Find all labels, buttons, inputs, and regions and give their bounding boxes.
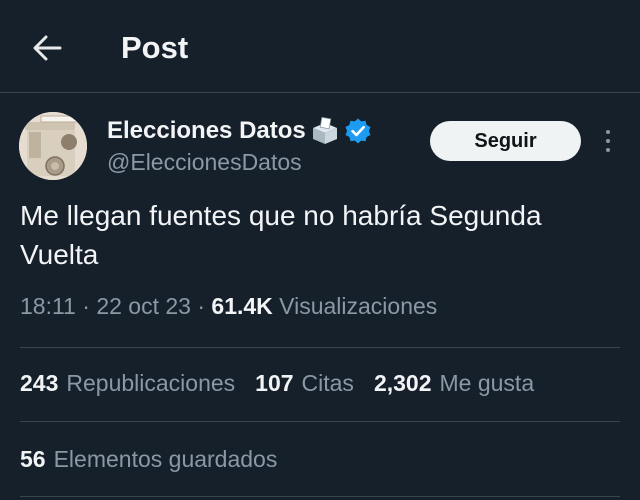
arrow-left-icon	[33, 35, 62, 61]
reposts-label: Republicaciones	[66, 370, 236, 396]
divider	[20, 421, 620, 422]
likes-count: 2,302	[373, 370, 432, 396]
engagement-stats: 243 Republicaciones 107 Citas 2,302 Me g…	[20, 370, 534, 397]
quotes-stat[interactable]: 107 Citas	[255, 370, 354, 397]
back-button[interactable]	[22, 26, 72, 70]
post-date[interactable]: 22 oct 23	[96, 293, 191, 319]
more-vertical-icon[interactable]	[596, 124, 620, 158]
divider	[20, 496, 620, 497]
avatar[interactable]	[19, 112, 87, 180]
quotes-label: Citas	[301, 370, 354, 396]
likes-label: Me gusta	[439, 370, 535, 396]
post-detail-screen: Post Elecciones Datos @EleccionesDatos S…	[0, 0, 640, 500]
meta-separator: ·	[197, 293, 206, 319]
post-time[interactable]: 18:11	[20, 293, 76, 319]
more-dot	[606, 139, 610, 143]
more-dot	[606, 130, 610, 134]
ballot-avatar-image	[19, 112, 87, 180]
ballot-box-icon	[312, 117, 337, 144]
user-handle[interactable]: @EleccionesDatos	[107, 149, 302, 176]
divider	[20, 347, 620, 348]
page-title: Post	[121, 30, 189, 65]
post-meta: 18:11 · 22 oct 23 · 61.4K Visualizacione…	[20, 293, 437, 320]
reposts-stat[interactable]: 243 Republicaciones	[20, 370, 235, 397]
views-label[interactable]: Visualizaciones	[279, 293, 437, 319]
top-bar: Post	[0, 0, 640, 93]
bookmarks-label: Elementos guardados	[53, 446, 278, 472]
likes-stat[interactable]: 2,302 Me gusta	[374, 370, 534, 397]
display-name-row: Elecciones Datos	[107, 117, 372, 145]
bookmarks-stat[interactable]: 56 Elementos guardados	[20, 446, 277, 473]
post-text: Me llegan fuentes que no habría Segunda …	[20, 196, 620, 274]
follow-button[interactable]: Seguir	[430, 121, 581, 161]
header-divider	[0, 92, 640, 93]
display-name[interactable]: Elecciones Datos	[107, 117, 306, 145]
meta-separator: ·	[82, 293, 90, 319]
more-dot	[606, 148, 610, 152]
views-count[interactable]: 61.4K	[211, 293, 272, 319]
quotes-count: 107	[255, 370, 294, 396]
reposts-count: 243	[20, 370, 59, 396]
post-text-line: Me llegan fuentes que no habría Segunda	[20, 200, 542, 231]
post-text-line: Vuelta	[20, 239, 99, 270]
bookmarks-count: 56	[20, 446, 46, 472]
verified-badge-icon	[345, 118, 371, 144]
